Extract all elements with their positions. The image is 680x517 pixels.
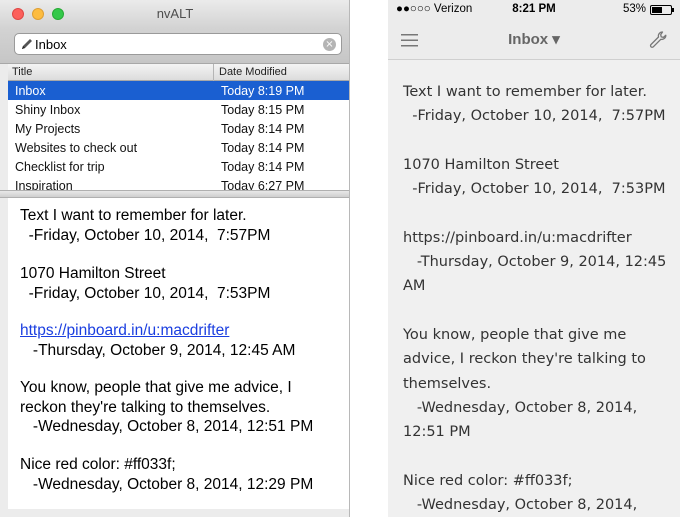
column-header-date-modified[interactable]: Date Modified — [213, 64, 349, 81]
pencil-icon — [22, 39, 32, 49]
note-row[interactable]: Inspiration Today 6:27 PM — [8, 176, 349, 190]
note-link[interactable]: https://pinboard.in/u:macdrifter — [20, 322, 229, 339]
wrench-settings-icon[interactable] — [648, 30, 668, 50]
folder-selector[interactable]: Inbox ▾ — [388, 30, 680, 48]
note-paragraph: Nice red color: #ff033f; -Wednesday, Oct… — [20, 456, 314, 493]
note-paragraph: You know, people that give me advice, I … — [403, 326, 646, 441]
note-paragraph: You know, people that give me advice, I … — [20, 379, 314, 435]
notes-list[interactable]: Inbox Today 8:19 PM Shiny Inbox Today 8:… — [8, 81, 349, 190]
note-paragraph: https://pinboard.in/u:macdrifter -Thursd… — [403, 229, 667, 295]
note-date: Today 8:15 PM — [221, 103, 305, 117]
note-date: Today 8:14 PM — [221, 160, 305, 174]
note-date: Today 8:14 PM — [221, 141, 305, 155]
note-title: Shiny Inbox — [15, 103, 81, 117]
phone-screen: ●●○○○ Verizon 8:21 PM 53% Inbox ▾ Text I… — [388, 0, 680, 517]
note-date: Today 6:27 PM — [221, 179, 305, 190]
nvalt-window: nvALT Inbox × Title Date Modified Inbox … — [0, 0, 350, 517]
note-title: Checklist for trip — [15, 160, 105, 174]
column-header-title[interactable]: Title — [12, 66, 32, 78]
note-title: My Projects — [15, 122, 81, 136]
search-input[interactable]: Inbox × — [14, 33, 342, 55]
note-title: Websites to check out — [15, 141, 138, 155]
note-paragraph: Text I want to remember for later. -Frid… — [20, 207, 271, 244]
note-paragraph: Nice red color: #ff033f; -Wednesday, Oct… — [403, 472, 638, 514]
note-paragraph: Text I want to remember for later. -Frid… — [403, 84, 666, 125]
note-editor[interactable]: Text I want to remember for later. -Frid… — [8, 198, 349, 509]
window-titlebar[interactable]: nvALT — [0, 0, 349, 28]
note-paragraph: 1070 Hamilton Street -Friday, October 10… — [403, 156, 666, 198]
window-title: nvALT — [156, 6, 194, 21]
search-input-value[interactable]: Inbox — [35, 37, 67, 52]
nav-bar: Inbox ▾ — [388, 20, 680, 60]
note-paragraph: 1070 Hamilton Street -Friday, October 10… — [20, 265, 271, 302]
battery-percent: 53% — [622, 3, 646, 15]
window-bottom-edge — [0, 509, 349, 517]
note-title: Inspiration — [15, 179, 73, 190]
note-row-selected[interactable]: Inbox Today 8:19 PM — [8, 81, 349, 100]
note-date: Today 8:19 PM — [221, 84, 305, 98]
note-row[interactable]: Websites to check out Today 8:14 PM — [8, 138, 349, 157]
status-bar: ●●○○○ Verizon 8:21 PM 53% — [388, 0, 680, 20]
search-toolbar: Inbox × — [0, 28, 349, 64]
note-row[interactable]: My Projects Today 8:14 PM — [8, 119, 349, 138]
notes-list-header: Title Date Modified — [8, 64, 349, 81]
note-text-view[interactable]: Text I want to remember for later. -Frid… — [403, 80, 673, 517]
pane-splitter[interactable] — [0, 190, 349, 198]
note-row[interactable]: Checklist for trip Today 8:14 PM — [8, 157, 349, 176]
battery-tip — [672, 8, 674, 12]
note-date-line: -Thursday, October 9, 2014, 12:45 AM — [20, 341, 296, 359]
note-date: Today 8:14 PM — [221, 122, 305, 136]
note-title: Inbox — [15, 84, 46, 98]
note-row[interactable]: Shiny Inbox Today 8:15 PM — [8, 100, 349, 119]
note-paragraph: https://pinboard.in/u:macdrifter -Thursd… — [20, 321, 295, 360]
clear-search-icon[interactable]: × — [323, 38, 336, 51]
battery-icon — [650, 5, 674, 15]
battery-fill — [652, 7, 662, 13]
